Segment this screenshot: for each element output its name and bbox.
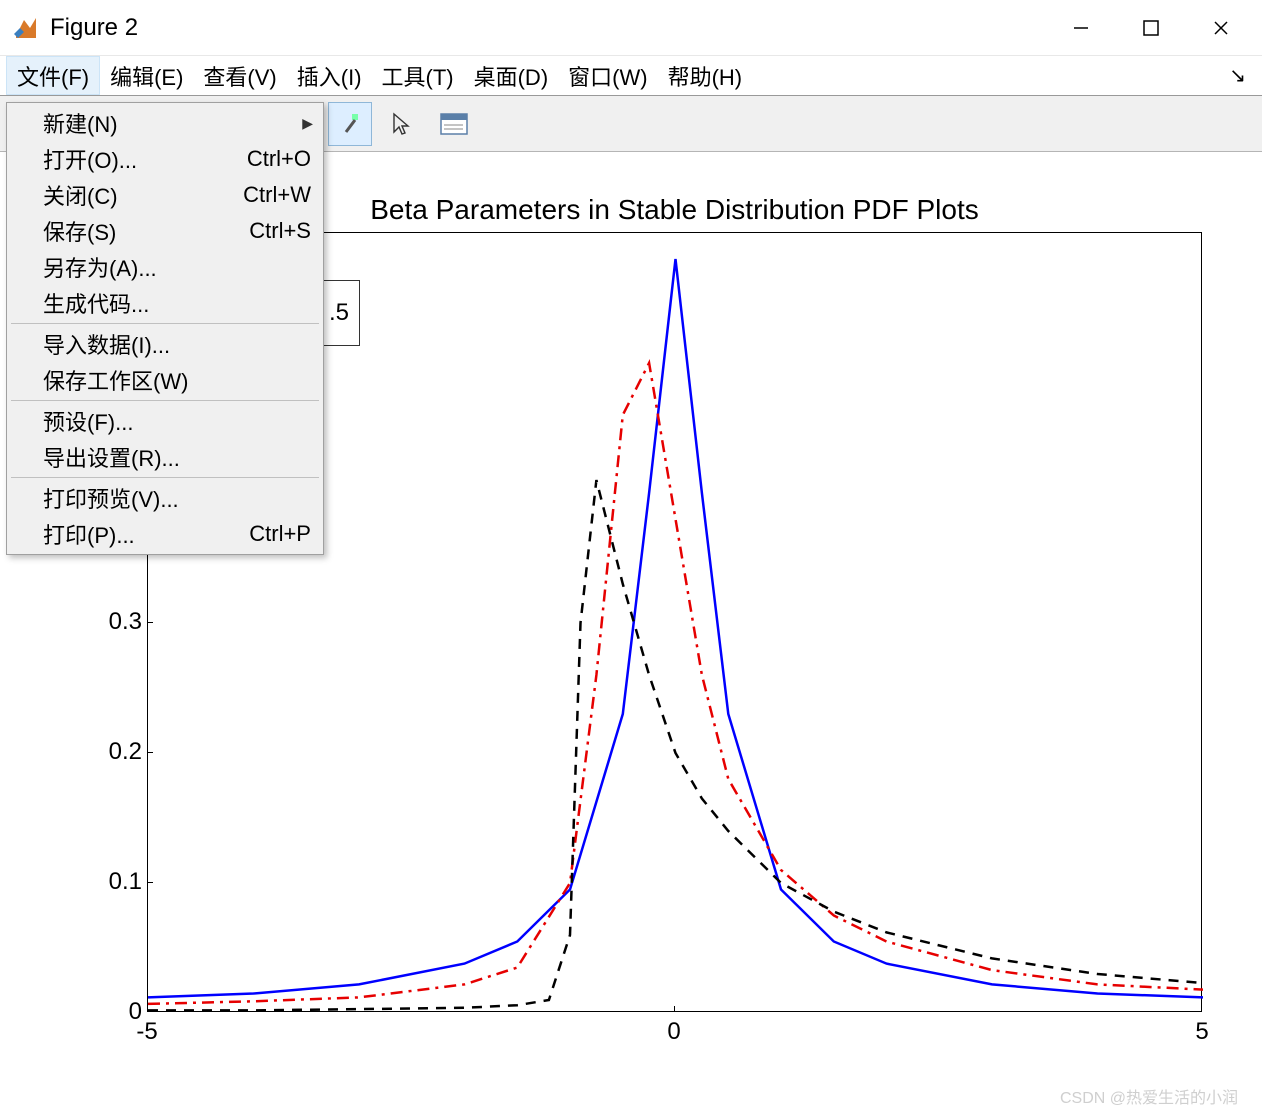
toolbar-button-brush[interactable] bbox=[328, 102, 372, 146]
y-tick-label: 0 bbox=[82, 998, 142, 1026]
maximize-button[interactable] bbox=[1116, 3, 1186, 53]
file-menu-item[interactable]: 打印预览(V)... bbox=[7, 480, 323, 516]
y-tick-label: 0.2 bbox=[82, 738, 142, 766]
close-button[interactable] bbox=[1186, 3, 1256, 53]
file-menu-item[interactable]: 导出设置(R)... bbox=[7, 439, 323, 475]
menu-item-shortcut: Ctrl+P bbox=[249, 521, 311, 547]
menu-item-label: 打印(P)... bbox=[43, 518, 249, 550]
file-menu-item[interactable]: 打开(O)...Ctrl+O bbox=[7, 141, 323, 177]
menu-item-label: 打开(O)... bbox=[43, 143, 247, 175]
menu-item-label: 关闭(C) bbox=[43, 179, 243, 211]
window-title: Figure 2 bbox=[50, 14, 138, 42]
file-menu-dropdown: 新建(N)▶打开(O)...Ctrl+O关闭(C)Ctrl+W保存(S)Ctrl… bbox=[6, 102, 324, 555]
minimize-button[interactable] bbox=[1046, 3, 1116, 53]
dock-arrow-icon[interactable]: ↘ bbox=[1229, 56, 1252, 95]
y-tick-label: 0.3 bbox=[82, 608, 142, 636]
menu-view[interactable]: 查看(V) bbox=[193, 56, 286, 95]
file-menu-item[interactable]: 生成代码... bbox=[7, 285, 323, 321]
menu-file[interactable]: 文件(F) bbox=[6, 56, 100, 95]
menu-tools[interactable]: 工具(T) bbox=[372, 56, 464, 95]
menu-item-label: 导入数据(I)... bbox=[43, 328, 311, 360]
toolbar-button-pointer[interactable] bbox=[380, 102, 424, 146]
menu-item-label: 保存(S) bbox=[43, 215, 249, 247]
menu-separator bbox=[11, 400, 319, 401]
menu-item-label: 打印预览(V)... bbox=[43, 482, 311, 514]
menu-desktop[interactable]: 桌面(D) bbox=[464, 56, 559, 95]
menu-edit[interactable]: 编辑(E) bbox=[100, 56, 193, 95]
x-tick-label: 5 bbox=[1195, 1018, 1208, 1046]
menu-item-label: 预设(F)... bbox=[43, 405, 311, 437]
series-beta-=-1 bbox=[148, 480, 1203, 1010]
window-controls bbox=[1046, 3, 1256, 53]
menu-insert[interactable]: 插入(I) bbox=[287, 56, 372, 95]
menubar: 文件(F) 编辑(E) 查看(V) 插入(I) 工具(T) 桌面(D) 窗口(W… bbox=[0, 56, 1262, 96]
submenu-arrow-icon: ▶ bbox=[302, 115, 313, 132]
watermark: CSDN @热爱生活的小润 bbox=[1060, 1084, 1238, 1108]
menu-help[interactable]: 帮助(H) bbox=[658, 56, 753, 95]
menu-separator bbox=[11, 323, 319, 324]
menu-separator bbox=[11, 477, 319, 478]
menu-item-shortcut: Ctrl+W bbox=[243, 182, 311, 208]
menu-item-shortcut: Ctrl+O bbox=[247, 146, 311, 172]
menu-window[interactable]: 窗口(W) bbox=[558, 56, 657, 95]
titlebar-left: Figure 2 bbox=[12, 14, 138, 42]
menu-item-shortcut: Ctrl+S bbox=[249, 218, 311, 244]
menu-item-label: 另存为(A)... bbox=[43, 251, 311, 283]
menu-item-label: 生成代码... bbox=[43, 287, 311, 319]
menu-item-label: 新建(N) bbox=[43, 107, 311, 139]
file-menu-item[interactable]: 新建(N)▶ bbox=[7, 105, 323, 141]
file-menu-item[interactable]: 预设(F)... bbox=[7, 403, 323, 439]
menu-item-label: 保存工作区(W) bbox=[43, 364, 311, 396]
x-tick-label: -5 bbox=[136, 1018, 157, 1046]
titlebar: Figure 2 bbox=[0, 0, 1262, 56]
file-menu-item[interactable]: 保存工作区(W) bbox=[7, 362, 323, 398]
toolbar-button-inspector[interactable] bbox=[432, 102, 476, 146]
y-tick-label: 0.1 bbox=[82, 868, 142, 896]
file-menu-item[interactable]: 导入数据(I)... bbox=[7, 326, 323, 362]
file-menu-item[interactable]: 保存(S)Ctrl+S bbox=[7, 213, 323, 249]
file-menu-item[interactable]: 关闭(C)Ctrl+W bbox=[7, 177, 323, 213]
legend-fragment[interactable]: .5 bbox=[319, 280, 360, 346]
menu-item-label: 导出设置(R)... bbox=[43, 441, 311, 473]
file-menu-item[interactable]: 另存为(A)... bbox=[7, 249, 323, 285]
file-menu-item[interactable]: 打印(P)...Ctrl+P bbox=[7, 516, 323, 552]
x-tick-label: 0 bbox=[667, 1018, 680, 1046]
matlab-app-icon bbox=[12, 14, 40, 42]
